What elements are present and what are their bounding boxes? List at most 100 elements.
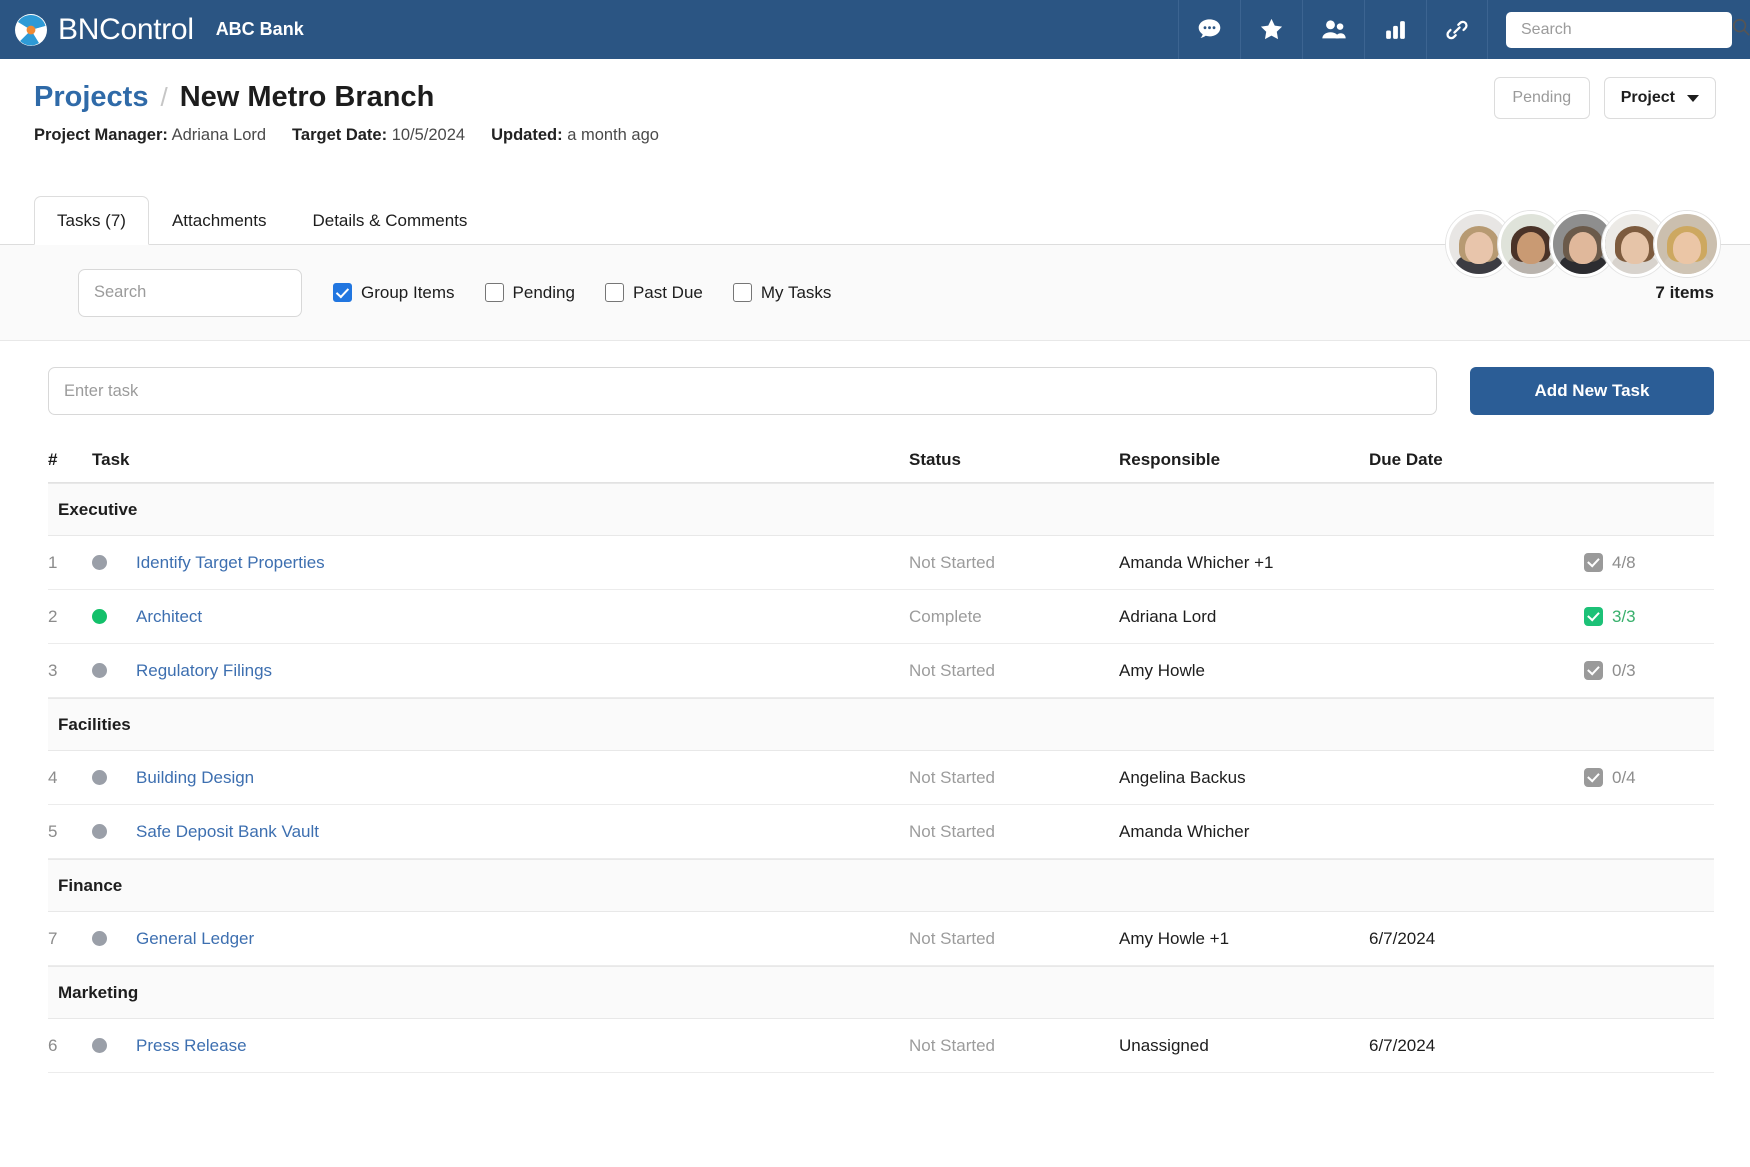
checklist-check-icon (1584, 768, 1603, 787)
group-header-row: Marketing (48, 966, 1714, 1019)
row-number: 1 (48, 552, 58, 572)
brand[interactable]: BNControl (14, 13, 194, 47)
global-search-input[interactable] (1519, 19, 1730, 40)
status-dot-grey-icon (92, 931, 107, 946)
new-task-input[interactable] (48, 367, 1437, 415)
table-row[interactable]: 5 Safe Deposit Bank Vault Not Started Am… (48, 805, 1714, 859)
task-link[interactable]: Safe Deposit Bank Vault (136, 822, 319, 841)
checklist-count: 0/4 (1612, 767, 1636, 787)
status-dot-cell (92, 609, 136, 624)
column-header-task: Task (92, 449, 130, 469)
table-row[interactable]: 3 Regulatory Filings Not Started Amy How… (48, 644, 1714, 698)
meta-updated: Updated: a month ago (491, 126, 659, 145)
row-checklist: 4/8 (1584, 553, 1714, 573)
breadcrumb-projects-link[interactable]: Projects (34, 81, 148, 114)
status-dot-grey-icon (92, 770, 107, 785)
checkbox-past-due-label: Past Due (632, 282, 703, 302)
brand-name: BNControl (58, 12, 194, 46)
status-dot-grey-icon (92, 555, 107, 570)
row-status: Not Started (909, 821, 995, 841)
checkbox-group-items-box[interactable] (333, 283, 352, 302)
bncontrol-logo-icon (14, 13, 48, 47)
task-link[interactable]: Press Release (136, 1036, 247, 1055)
people-icon[interactable] (1302, 0, 1364, 59)
row-checklist: 0/3 (1584, 661, 1714, 681)
tab-attachments[interactable]: Attachments (149, 196, 290, 245)
status-dot-grey-icon (92, 1038, 107, 1053)
checkbox-group-items-label: Group Items (361, 282, 455, 302)
meta-project-manager-value: Adriana Lord (171, 126, 267, 144)
meta-project-manager: Project Manager: Adriana Lord (34, 126, 266, 145)
row-status: Not Started (909, 767, 995, 787)
meta-updated-label: Updated: (491, 126, 563, 144)
row-status: Not Started (909, 660, 995, 680)
column-header-due-date: Due Date (1369, 449, 1443, 469)
tab-bar: Tasks (7) Attachments Details & Comments (34, 196, 490, 245)
row-status: Complete (909, 606, 982, 626)
task-link[interactable]: Architect (136, 607, 202, 626)
status-button[interactable]: Pending (1493, 77, 1590, 119)
chat-icon[interactable] (1178, 0, 1240, 59)
row-checklist: 0/4 (1584, 768, 1714, 788)
table-row[interactable]: 2 Architect Complete Adriana Lord 3/3 (48, 590, 1714, 644)
project-type-dropdown[interactable]: Project (1603, 77, 1716, 119)
row-responsible: Amy Howle +1 (1119, 928, 1230, 948)
link-icon[interactable] (1426, 0, 1488, 59)
group-header-row: Executive (48, 483, 1714, 536)
group-header-row: Facilities (48, 698, 1714, 751)
row-number: 3 (48, 660, 58, 680)
task-link[interactable]: Identify Target Properties (136, 553, 325, 572)
checkbox-group-items[interactable]: Group Items (333, 283, 455, 303)
table-row[interactable]: 7 General Ledger Not Started Amy Howle +… (48, 912, 1714, 966)
checklist-count: 3/3 (1612, 606, 1636, 626)
chevron-down-icon (1687, 94, 1699, 102)
status-dot-cell (92, 931, 136, 946)
row-responsible: Amanda Whicher (1119, 821, 1250, 841)
status-dot-cell (92, 555, 136, 570)
row-status: Not Started (909, 1035, 995, 1055)
page-header: Projects / New Metro Branch Project Mana… (0, 59, 1750, 277)
tab-tasks[interactable]: Tasks (7) (34, 196, 149, 245)
task-search-input[interactable] (78, 268, 302, 317)
column-header-status: Status (909, 449, 961, 469)
checkbox-past-due-box[interactable] (604, 283, 624, 302)
row-number: 2 (48, 606, 58, 626)
table-row[interactable]: 1 Identify Target Properties Not Started… (48, 536, 1714, 590)
meta-target-date: Target Date: 10/5/2024 (292, 126, 465, 145)
global-search[interactable] (1506, 11, 1750, 48)
row-responsible: Angelina Backus (1119, 767, 1246, 787)
table-row[interactable]: 6 Press Release Not Started Unassigned 6… (48, 1019, 1714, 1073)
status-dot-grey-icon (92, 663, 107, 678)
row-number: 6 (48, 1035, 58, 1055)
task-link[interactable]: General Ledger (136, 929, 254, 948)
project-type-label: Project (1620, 89, 1675, 106)
row-due-date: 6/7/2024 (1369, 928, 1436, 948)
add-new-task-button[interactable]: Add New Task (1470, 367, 1714, 415)
task-link[interactable]: Building Design (136, 768, 254, 787)
group-header-row: Finance (48, 859, 1714, 912)
table-row[interactable]: 4 Building Design Not Started Angelina B… (48, 751, 1714, 805)
column-header-number: # (48, 449, 58, 469)
row-number: 5 (48, 821, 58, 841)
tasks-table: # Task Status Responsible Due Date Execu… (0, 437, 1750, 1073)
tab-details-comments[interactable]: Details & Comments (289, 196, 490, 245)
star-icon[interactable] (1240, 0, 1302, 59)
checkbox-pending[interactable]: Pending (484, 282, 575, 303)
row-responsible: Adriana Lord (1119, 606, 1217, 626)
search-icon (1730, 16, 1750, 43)
checklist-check-icon (1584, 661, 1603, 680)
header-actions: Pending Project (1493, 77, 1716, 119)
bar-chart-icon[interactable] (1364, 0, 1426, 59)
row-responsible: Amanda Whicher +1 (1119, 552, 1274, 572)
checkbox-my-tasks[interactable]: My Tasks (732, 283, 831, 303)
checkbox-pending-label: Pending (512, 282, 575, 302)
checkbox-past-due[interactable]: Past Due (604, 282, 703, 303)
top-navigation-bar: BNControl ABC Bank (0, 0, 1750, 59)
status-dot-cell (92, 824, 136, 839)
row-checklist: 3/3 (1584, 607, 1714, 627)
checkbox-my-tasks-box[interactable] (732, 283, 752, 302)
task-link[interactable]: Regulatory Filings (136, 661, 272, 680)
checkbox-pending-box[interactable] (484, 283, 504, 302)
avatar[interactable] (1654, 211, 1720, 277)
team-avatars (1446, 211, 1720, 277)
